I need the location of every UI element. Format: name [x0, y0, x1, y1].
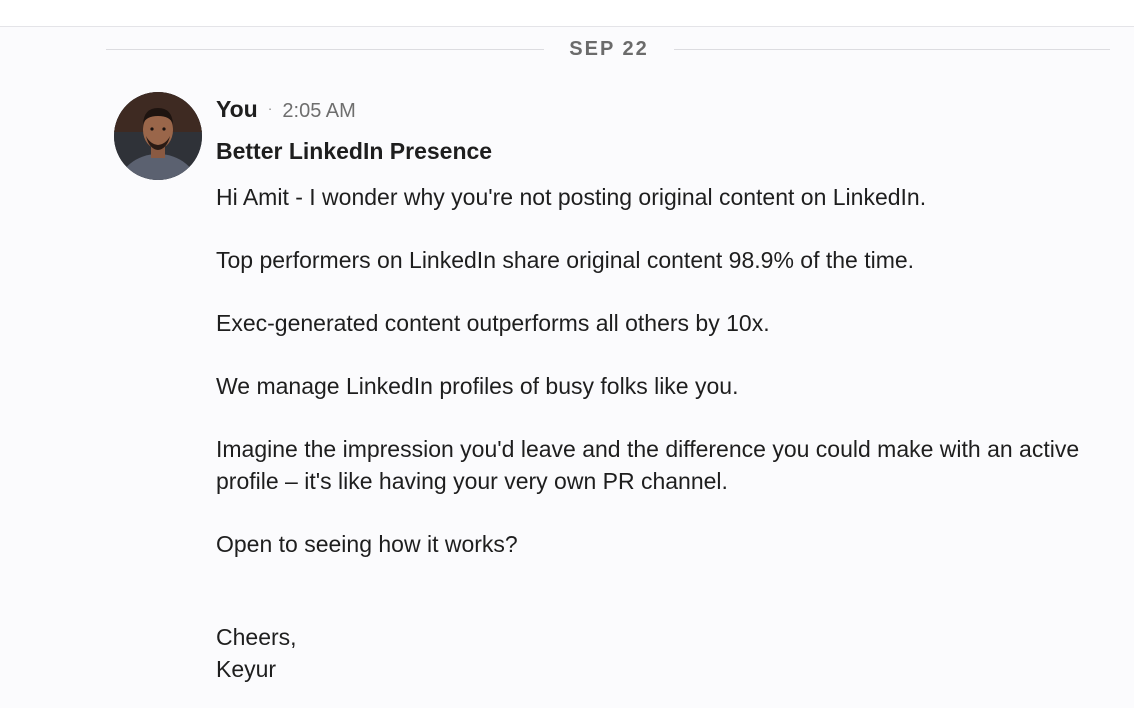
message-paragraph: We manage LinkedIn profiles of busy folk…	[216, 373, 739, 399]
date-divider: SEP 22	[106, 36, 1110, 64]
message-body: Hi Amit - I wonder why you're not postin…	[216, 181, 1116, 685]
divider-line-left	[106, 49, 544, 50]
message-timestamp: 2:05 AM	[282, 100, 356, 122]
message-header: You · 2:05 AM	[216, 96, 1116, 126]
signature-name: Keyur	[216, 656, 277, 682]
date-label: SEP 22	[569, 38, 649, 60]
separator-dot: ·	[267, 100, 273, 116]
signoff-text: Cheers,	[216, 624, 297, 650]
avatar-photo	[114, 92, 202, 180]
top-bar	[0, 0, 1134, 27]
message-paragraph: Open to seeing how it works?	[216, 531, 518, 557]
avatar[interactable]	[114, 92, 202, 180]
sender-name[interactable]: You	[216, 96, 258, 123]
message-paragraph: Imagine the impression you'd leave and t…	[216, 436, 1080, 494]
message-subject: Better LinkedIn Presence	[216, 138, 493, 164]
message: You · 2:05 AM Better LinkedIn Presence H…	[216, 96, 1116, 685]
message-signoff: Cheers, Keyur	[216, 621, 1116, 685]
message-paragraph: Exec-generated content outperforms all o…	[216, 310, 770, 336]
message-paragraph: Hi Amit - I wonder why you're not postin…	[216, 184, 927, 210]
divider-line-right	[674, 49, 1110, 50]
message-paragraph: Top performers on LinkedIn share origina…	[216, 247, 915, 273]
